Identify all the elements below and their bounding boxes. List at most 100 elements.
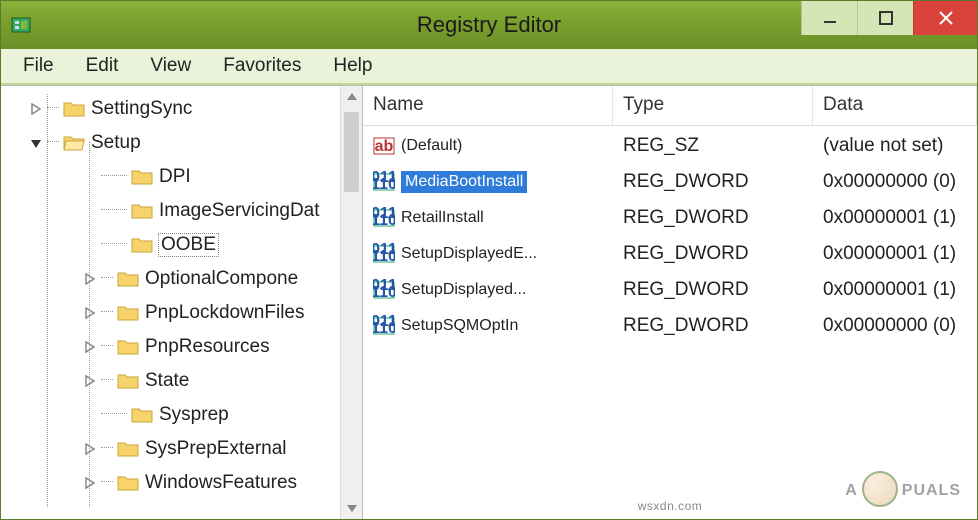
value-name: RetailInstall xyxy=(401,209,484,227)
watermark-face-icon xyxy=(862,471,898,507)
dword-value-icon: 011110 xyxy=(373,279,395,301)
expand-collapsed-icon[interactable] xyxy=(83,442,97,456)
folder-icon xyxy=(117,270,139,288)
value-name: SetupDisplayed... xyxy=(401,281,526,299)
value-type: REG_DWORD xyxy=(613,241,813,267)
value-data: 0x00000000 (0) xyxy=(813,169,977,195)
dword-value-icon: 011110 xyxy=(373,243,395,265)
expand-collapsed-icon[interactable] xyxy=(83,340,97,354)
folder-icon xyxy=(117,474,139,492)
value-name: (Default) xyxy=(401,137,462,155)
column-header-data[interactable]: Data xyxy=(813,86,977,125)
tree-item-setup[interactable]: Setup xyxy=(5,126,362,160)
tree-label: Setup xyxy=(91,132,141,154)
menu-view[interactable]: View xyxy=(134,49,207,83)
value-type: REG_DWORD xyxy=(613,313,813,339)
tree-scrollbar[interactable] xyxy=(340,86,362,519)
tree-item-imageservicing[interactable]: ImageServicingDat xyxy=(5,194,362,228)
expand-collapsed-icon[interactable] xyxy=(83,476,97,490)
menu-help[interactable]: Help xyxy=(317,49,388,83)
value-type: REG_DWORD xyxy=(613,169,813,195)
tree-item-pnpresources[interactable]: PnpResources xyxy=(5,330,362,364)
tree-label: SysPrepExternal xyxy=(145,438,287,460)
folder-icon xyxy=(131,236,153,254)
tree-item-sysprep[interactable]: Sysprep xyxy=(5,398,362,432)
value-row[interactable]: 011110 SetupDisplayed... REG_DWORD 0x000… xyxy=(363,272,977,308)
svg-text:110: 110 xyxy=(373,212,395,229)
tree-item-windowsfeatures[interactable]: WindowsFeatures xyxy=(5,466,362,500)
folder-icon xyxy=(117,304,139,322)
tree-label: PnpLockdownFiles xyxy=(145,302,304,324)
value-type: REG_DWORD xyxy=(613,277,813,303)
svg-text:ab: ab xyxy=(375,138,394,155)
value-type: REG_SZ xyxy=(613,133,813,159)
tree-pane[interactable]: SettingSync Setup DPI ImageS xyxy=(1,86,363,519)
expand-collapsed-icon[interactable] xyxy=(83,272,97,286)
value-data: (value not set) xyxy=(813,133,977,159)
tree-label: State xyxy=(145,370,189,392)
minimize-button[interactable] xyxy=(801,1,857,35)
expand-collapsed-icon[interactable] xyxy=(83,306,97,320)
value-row[interactable]: 011110 SetupDisplayedE... REG_DWORD 0x00… xyxy=(363,236,977,272)
scroll-up-icon[interactable] xyxy=(341,86,362,108)
registry-tree: SettingSync Setup DPI ImageS xyxy=(1,86,362,506)
window-title: Registry Editor xyxy=(417,12,561,38)
value-data: 0x00000001 (1) xyxy=(813,277,977,303)
menu-bar: File Edit View Favorites Help xyxy=(1,49,977,85)
dword-value-icon: 011110 xyxy=(373,207,395,229)
folder-icon xyxy=(117,372,139,390)
svg-text:110: 110 xyxy=(373,284,395,301)
values-body: ab (Default) REG_SZ (value not set) 0111… xyxy=(363,126,977,346)
tree-item-settingsync[interactable]: SettingSync xyxy=(5,92,362,126)
string-value-icon: ab xyxy=(373,135,395,157)
source-caption: wsxdn.com xyxy=(638,499,703,513)
dword-value-icon: 011110 xyxy=(373,315,395,337)
tree-label: DPI xyxy=(159,166,191,188)
regedit-icon xyxy=(1,14,41,36)
value-row[interactable]: ab (Default) REG_SZ (value not set) xyxy=(363,128,977,164)
value-row[interactable]: 011110 SetupSQMOptIn REG_DWORD 0x0000000… xyxy=(363,308,977,344)
value-data: 0x00000001 (1) xyxy=(813,241,977,267)
value-row-selected[interactable]: 011110 MediaBootInstall REG_DWORD 0x0000… xyxy=(363,164,977,200)
value-name: MediaBootInstall xyxy=(401,171,527,193)
value-name: SetupDisplayedE... xyxy=(401,245,537,263)
folder-icon xyxy=(117,338,139,356)
expand-collapsed-icon[interactable] xyxy=(29,102,43,116)
column-header-type[interactable]: Type xyxy=(613,86,813,125)
scroll-thumb[interactable] xyxy=(344,112,359,192)
folder-open-icon xyxy=(63,134,85,152)
tree-label: ImageServicingDat xyxy=(159,200,320,222)
watermark-text: A xyxy=(845,482,858,500)
watermark-text: PUALS xyxy=(902,482,961,500)
values-pane[interactable]: Name Type Data ab (Default) REG_SZ (valu… xyxy=(363,86,977,519)
value-row[interactable]: 011110 RetailInstall REG_DWORD 0x0000000… xyxy=(363,200,977,236)
tree-item-sysprepexternal[interactable]: SysPrepExternal xyxy=(5,432,362,466)
watermark-logo: A PUALS xyxy=(845,473,961,509)
expand-collapsed-icon[interactable] xyxy=(83,374,97,388)
title-bar[interactable]: Registry Editor xyxy=(1,1,977,49)
column-header-name[interactable]: Name xyxy=(363,86,613,125)
menu-file[interactable]: File xyxy=(7,49,70,83)
maximize-button[interactable] xyxy=(857,1,913,35)
scroll-down-icon[interactable] xyxy=(341,497,362,519)
registry-editor-window: Registry Editor File Edit View Favorites… xyxy=(0,0,978,520)
menu-edit[interactable]: Edit xyxy=(70,49,135,83)
close-button[interactable] xyxy=(913,1,977,35)
tree-item-optionalcomponents[interactable]: OptionalCompone xyxy=(5,262,362,296)
tree-item-state[interactable]: State xyxy=(5,364,362,398)
tree-label: Sysprep xyxy=(159,404,229,426)
scroll-track[interactable] xyxy=(341,108,362,497)
values-header: Name Type Data xyxy=(363,86,977,126)
folder-icon xyxy=(131,406,153,424)
tree-item-dpi[interactable]: DPI xyxy=(5,160,362,194)
menu-favorites[interactable]: Favorites xyxy=(207,49,317,83)
value-type: REG_DWORD xyxy=(613,205,813,231)
expand-expanded-icon[interactable] xyxy=(29,136,43,150)
folder-icon xyxy=(63,100,85,118)
svg-text:110: 110 xyxy=(373,320,395,337)
tree-label: WindowsFeatures xyxy=(145,472,297,494)
content-area: SettingSync Setup DPI ImageS xyxy=(1,85,977,519)
tree-item-oobe[interactable]: OOBE xyxy=(5,228,362,262)
tree-item-pnplockdown[interactable]: PnpLockdownFiles xyxy=(5,296,362,330)
folder-icon xyxy=(117,440,139,458)
